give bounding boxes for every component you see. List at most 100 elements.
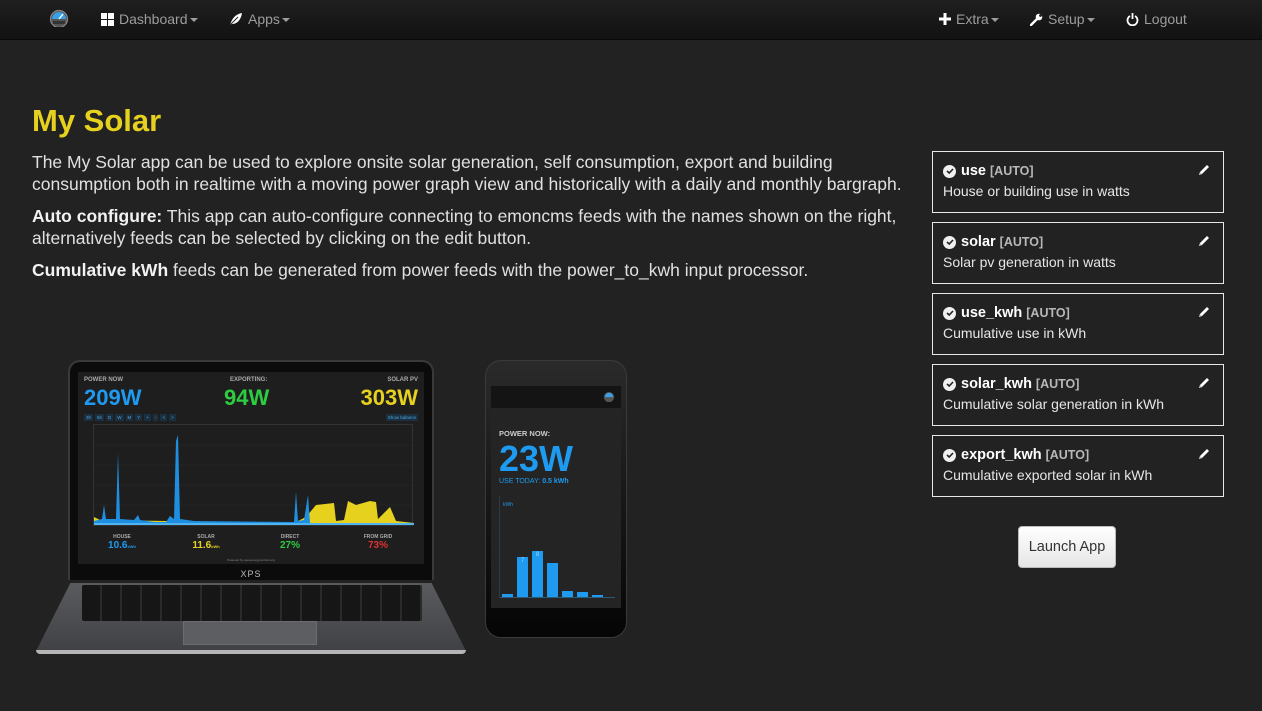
bargraph-bar — [547, 562, 558, 597]
range-button: + — [144, 414, 151, 421]
feed-name: solar_kwh — [961, 376, 1032, 392]
stat-unit: kWh — [127, 544, 136, 549]
stat-value: 73% — [367, 540, 388, 551]
range-button: < — [160, 414, 168, 421]
stat-direct: DIRECT 27% — [260, 534, 320, 551]
cumulative-text: feeds can be generated from power feeds … — [168, 260, 809, 280]
nav-logout-label: Logout — [1144, 11, 1187, 27]
power-graph — [93, 424, 414, 526]
wrench-icon — [1030, 13, 1043, 26]
plus-icon — [939, 13, 951, 25]
range-button: - — [152, 414, 159, 421]
stat-value: 10.6 — [108, 540, 128, 551]
feed-description: Cumulative use in kWh — [943, 325, 1087, 341]
feed-auto-tag: [AUTO] — [990, 164, 1034, 178]
pencil-edit-icon[interactable] — [1197, 447, 1211, 461]
stat-from-grid: FROM GRID 73% — [348, 534, 408, 551]
stat-house: HOUSE 10.6kWh — [92, 534, 152, 551]
nav-dashboard-menu[interactable]: Dashboard — [101, 0, 198, 38]
range-button: W — [115, 414, 124, 421]
feed-config-use-kwh: use_kwh [AUTO] Cumulative use in kWh — [932, 293, 1224, 355]
phone-screen: POWER NOW: 23W USE TODAY: 0.5 kWh 78 kWh — [491, 386, 621, 608]
phone-power-now-label: POWER NOW: — [499, 429, 551, 438]
feed-auto-tag: [AUTO] — [999, 235, 1044, 249]
top-navbar: Dashboard Apps Extra Setup Logout — [0, 0, 1262, 40]
emoncms-logo-icon[interactable] — [49, 9, 69, 27]
auto-configure-text: This app can auto-configure connecting t… — [32, 206, 897, 248]
auto-configure-paragraph: Auto configure: This app can auto-config… — [32, 205, 902, 249]
nav-apps-menu[interactable]: Apps — [229, 0, 290, 38]
laptop-keyboard — [82, 585, 422, 621]
feed-description: Cumulative solar generation in kWh — [943, 396, 1164, 412]
range-button: D — [106, 414, 114, 421]
intro-paragraph: The My Solar app can be used to explore … — [32, 152, 902, 194]
phone-header-bar — [491, 386, 621, 408]
feed-name: solar — [961, 234, 996, 250]
power-now-label: POWER NOW — [84, 377, 123, 383]
caret-down-icon — [990, 18, 999, 22]
feed-description: Cumulative exported solar in kWh — [943, 467, 1153, 483]
cumulative-paragraph: Cumulative kWh feeds can be generated fr… — [32, 259, 902, 281]
bargraph-bar — [502, 594, 513, 597]
bargraph-bar: 7 — [517, 556, 528, 597]
cumulative-label: Cumulative kWh — [32, 260, 169, 280]
use-today-value: 0.5 kWh — [542, 478, 569, 485]
check-circle-icon — [943, 377, 956, 391]
check-circle-icon — [943, 164, 956, 178]
feed-name: use_kwh — [961, 305, 1023, 321]
feed-config-use: use [AUTO] House or building use in watt… — [932, 151, 1224, 213]
nav-extra-menu[interactable]: Extra — [939, 0, 999, 38]
laptop-brand: XPS — [240, 569, 262, 579]
range-button: M — [125, 414, 134, 421]
check-circle-icon — [943, 448, 956, 462]
phone-use-today: USE TODAY: 0.5 kWh — [499, 478, 569, 485]
bargraph-axis — [500, 597, 615, 598]
powered-by-text: Powered by openenergymonitor.org — [227, 558, 275, 562]
pencil-edit-icon[interactable] — [1197, 376, 1211, 390]
feed-description: House or building use in watts — [943, 183, 1130, 199]
grid-icon — [101, 12, 114, 26]
exporting-value: 94W — [224, 385, 270, 410]
leaf-icon — [229, 12, 243, 26]
bargraph-unit-label: kWh — [503, 502, 513, 508]
stat-value: 11.6 — [192, 540, 212, 551]
caret-down-icon — [1086, 18, 1095, 22]
app-description: The My Solar app can be used to explore … — [32, 151, 902, 291]
pencil-edit-icon[interactable] — [1197, 234, 1211, 248]
caret-down-icon — [189, 18, 198, 22]
feed-auto-tag: [AUTO] — [1035, 377, 1080, 391]
range-button: Y — [135, 414, 143, 421]
bargraph-bar — [592, 594, 603, 597]
use-base — [94, 523, 414, 525]
stat-value: 27% — [279, 540, 300, 551]
nav-setup-label: Setup — [1048, 11, 1085, 27]
feed-auto-tag: [AUTO] — [1026, 306, 1070, 320]
launch-app-button[interactable]: Launch App — [1018, 526, 1116, 568]
range-buttons: 3h 6h D W M Y + - < > — [84, 414, 176, 421]
auto-configure-label: Auto configure: — [32, 206, 163, 226]
nav-apps-label: Apps — [248, 11, 280, 27]
page-title: My Solar — [32, 103, 162, 138]
feed-config-list: use [AUTO] House or building use in watt… — [932, 151, 1224, 506]
exporting-label: EXPORTING: — [230, 377, 268, 383]
stat-solar: SOLAR 11.6kWh — [176, 534, 236, 551]
nav-setup-menu[interactable]: Setup — [1030, 0, 1095, 38]
phone-power-now-value: 23W — [499, 438, 574, 479]
app-preview-image: POWER NOW 209W EXPORTING: 94W SOLAR PV 3… — [30, 355, 640, 690]
use-today-label: USE TODAY: — [499, 478, 541, 485]
solar-pv-label: SOLAR PV — [387, 377, 418, 383]
feed-description: Solar pv generation in watts — [943, 254, 1116, 270]
feed-auto-tag: [AUTO] — [1045, 448, 1090, 462]
pencil-edit-icon[interactable] — [1197, 305, 1211, 319]
show-balance-button: Show balance — [385, 414, 418, 421]
stat-unit: kWh — [211, 544, 220, 549]
range-button: > — [169, 414, 176, 421]
feed-name: use — [961, 163, 986, 179]
pencil-edit-icon[interactable] — [1197, 163, 1211, 177]
nav-logout-link[interactable]: Logout — [1126, 0, 1187, 38]
nav-dashboard-label: Dashboard — [119, 11, 188, 27]
bargraph-bar — [562, 591, 573, 597]
power-graph-svg — [94, 435, 414, 525]
bargraph-bar — [577, 592, 588, 597]
laptop-screen: POWER NOW 209W EXPORTING: 94W SOLAR PV 3… — [78, 372, 424, 564]
